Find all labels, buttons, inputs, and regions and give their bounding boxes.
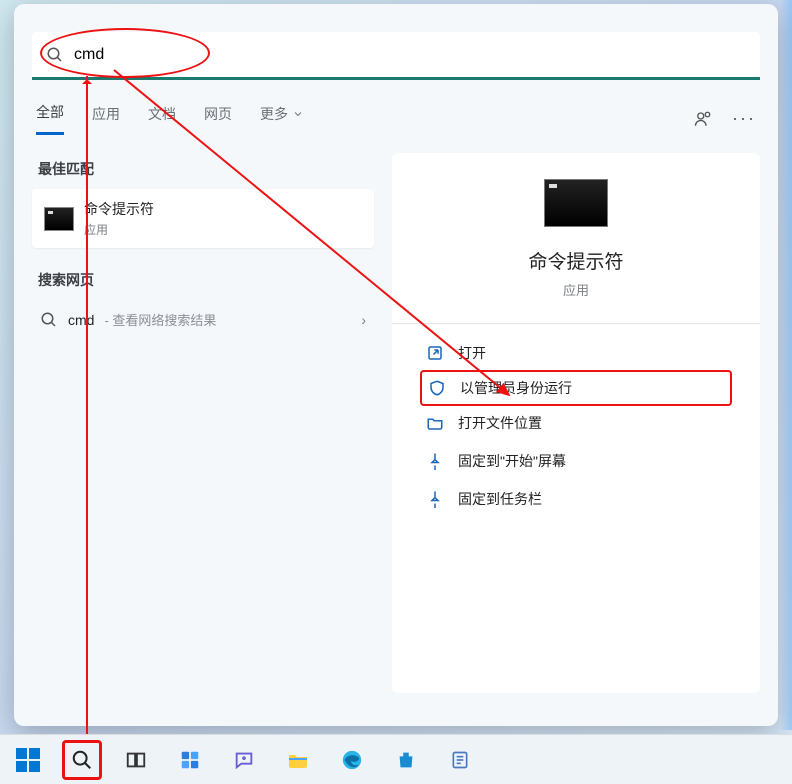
best-match-heading: 最佳匹配 <box>38 159 374 179</box>
action-run-as-admin[interactable]: 以管理员身份运行 <box>420 370 732 406</box>
taskbar-edge[interactable] <box>332 740 372 780</box>
open-icon <box>426 344 444 362</box>
start-button[interactable] <box>8 740 48 780</box>
widgets-icon <box>179 749 201 771</box>
task-view-icon <box>125 749 147 771</box>
windows-logo-icon <box>16 748 40 772</box>
action-open[interactable]: 打开 <box>422 334 730 372</box>
edge-icon <box>341 749 363 771</box>
search-icon <box>46 46 64 64</box>
taskbar-search-button[interactable] <box>62 740 102 780</box>
pin-icon <box>426 452 444 470</box>
tab-docs[interactable]: 文档 <box>148 104 176 134</box>
tab-all[interactable]: 全部 <box>36 102 64 135</box>
search-web-heading: 搜索网页 <box>38 270 374 290</box>
search-web-result[interactable]: cmd - 查看网络搜索结果 › <box>32 300 374 339</box>
account-icon[interactable] <box>694 110 712 128</box>
action-pin-to-start[interactable]: 固定到"开始"屏幕 <box>422 442 730 480</box>
tab-web[interactable]: 网页 <box>204 104 232 134</box>
taskbar-task-view[interactable] <box>116 740 156 780</box>
cmd-app-icon <box>44 207 74 231</box>
search-icon <box>71 749 93 771</box>
preview-title: 命令提示符 <box>422 247 730 274</box>
search-tabs: 全部 应用 文档 网页 更多 ··· <box>36 102 756 135</box>
taskbar-store[interactable] <box>386 740 426 780</box>
best-match-title: 命令提示符 <box>84 199 154 219</box>
shield-icon <box>428 379 446 397</box>
search-input[interactable] <box>74 46 746 64</box>
action-open-label: 打开 <box>458 343 486 363</box>
results-preview-pane: 命令提示符 应用 打开 以管理员身份运行 打开文件位置 <box>392 153 760 693</box>
store-icon <box>395 749 417 771</box>
search-icon <box>40 311 58 329</box>
app-icon <box>450 750 470 770</box>
action-run-as-admin-label: 以管理员身份运行 <box>460 378 572 398</box>
taskbar-widgets[interactable] <box>170 740 210 780</box>
taskbar-chat[interactable] <box>224 740 264 780</box>
folder-icon <box>286 748 310 772</box>
web-result-query: cmd <box>68 312 94 328</box>
divider <box>392 323 760 324</box>
results-left-column: 最佳匹配 命令提示符 应用 搜索网页 cmd - 查看网络搜索结果 › <box>32 153 374 693</box>
action-open-location-label: 打开文件位置 <box>458 413 542 433</box>
more-options-button[interactable]: ··· <box>732 108 756 129</box>
search-box[interactable] <box>32 32 760 80</box>
tab-more-label: 更多 <box>260 104 288 124</box>
best-match-subtitle: 应用 <box>84 221 154 238</box>
action-open-file-location[interactable]: 打开文件位置 <box>422 404 730 442</box>
taskbar <box>0 734 792 784</box>
action-pin-to-taskbar[interactable]: 固定到任务栏 <box>422 480 730 518</box>
windows-search-panel: 全部 应用 文档 网页 更多 ··· 最佳匹配 命令提示符 应用 搜索网页 <box>14 4 778 726</box>
chevron-down-icon <box>292 108 304 120</box>
cmd-app-icon-large <box>544 179 608 227</box>
tab-more[interactable]: 更多 <box>260 104 304 134</box>
folder-icon <box>426 414 444 432</box>
action-pin-taskbar-label: 固定到任务栏 <box>458 489 542 509</box>
tab-apps[interactable]: 应用 <box>92 104 120 134</box>
chat-icon <box>233 749 255 771</box>
best-match-item[interactable]: 命令提示符 应用 <box>32 189 374 248</box>
preview-subtitle: 应用 <box>422 280 730 299</box>
taskbar-file-explorer[interactable] <box>278 740 318 780</box>
action-pin-start-label: 固定到"开始"屏幕 <box>458 451 566 471</box>
decorative-right-glow <box>780 0 792 730</box>
taskbar-app-generic[interactable] <box>440 740 480 780</box>
pin-icon <box>426 490 444 508</box>
web-result-suffix: - 查看网络搜索结果 <box>104 310 216 329</box>
chevron-right-icon: › <box>361 312 366 328</box>
